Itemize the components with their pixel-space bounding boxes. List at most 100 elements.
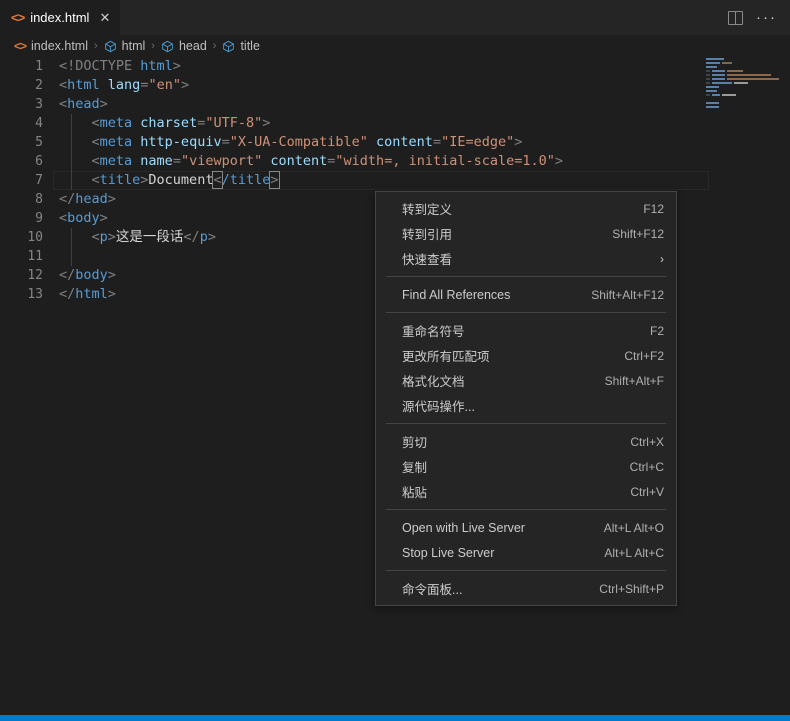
breadcrumb-separator: › [213, 40, 217, 52]
minimap[interactable] [704, 57, 786, 117]
line-number: 5 [0, 133, 43, 152]
minimap-segment [706, 106, 719, 108]
more-actions-icon[interactable]: ··· [756, 10, 777, 25]
minimap-segment [727, 70, 743, 72]
breadcrumb-label: html [122, 39, 146, 53]
context-menu-item[interactable]: 粘贴Ctrl+V [376, 479, 676, 504]
minimap-row [704, 61, 786, 64]
context-menu-item[interactable]: 更改所有匹配项Ctrl+F2 [376, 343, 676, 368]
line-number: 4 [0, 114, 43, 133]
code-token: body [67, 210, 100, 226]
minimap-segment [722, 62, 732, 64]
menu-item-label: 源代码操作... [402, 396, 475, 415]
context-menu-item[interactable]: Find All ReferencesShift+Alt+F12 [376, 282, 676, 307]
breadcrumb-item-title[interactable]: title [222, 39, 259, 53]
code-token: 这是一段话 [116, 229, 184, 245]
breadcrumb-label: index.html [31, 39, 88, 53]
menu-item-label: 重命名符号 [402, 321, 465, 340]
code-token: head [67, 96, 100, 112]
line-number: 6 [0, 152, 43, 171]
code-line[interactable]: 4 <meta charset="UTF-8"> [0, 114, 705, 133]
vscode-window: <> index.html ✕ ··· <> index.html › html… [0, 0, 790, 721]
code-token: < [59, 172, 100, 188]
line-content: </head> [59, 190, 116, 209]
minimap-row [704, 85, 786, 88]
line-number: 12 [0, 266, 43, 285]
code-token: content [270, 153, 327, 169]
breadcrumb-item-head[interactable]: head [161, 39, 207, 53]
code-token: > [100, 210, 108, 226]
indent-guide [71, 114, 72, 190]
line-number: 13 [0, 285, 43, 304]
menu-item-label: Stop Live Server [402, 546, 494, 560]
context-menu-item[interactable]: 源代码操作... [376, 393, 676, 418]
minimap-segment [712, 74, 725, 76]
menu-item-shortcut: Ctrl+F2 [624, 349, 664, 363]
menu-separator [386, 276, 666, 277]
minimap-segment [712, 82, 732, 84]
context-menu-item[interactable]: 命令面板...Ctrl+Shift+P [376, 576, 676, 601]
minimap-segment [712, 94, 720, 96]
code-line[interactable]: 5 <meta http-equiv="X-UA-Compatible" con… [0, 133, 705, 152]
line-content: <p>这是一段话</p> [59, 228, 216, 247]
line-number: 7 [0, 171, 43, 190]
code-token: </ [59, 267, 75, 283]
code-token: http-equiv [140, 134, 221, 150]
breadcrumb: <> index.html › html › head › title [0, 35, 790, 57]
menu-item-label: 转到引用 [402, 224, 452, 243]
code-token: "viewport" [181, 153, 262, 169]
breadcrumb-item-file[interactable]: <> index.html [14, 39, 88, 53]
context-menu-item[interactable]: 转到引用 Shift+F12 [376, 221, 676, 246]
context-menu-item[interactable]: Open with Live ServerAlt+L Alt+O [376, 515, 676, 540]
code-token: /title [222, 172, 271, 188]
code-token: "en" [148, 77, 181, 93]
code-line[interactable]: 1<!DOCTYPE html> [0, 57, 705, 76]
minimap-row [704, 97, 786, 100]
editor-actions: ··· [728, 0, 790, 35]
line-content: </body> [59, 266, 116, 285]
code-line[interactable]: 2<html lang="en"> [0, 76, 705, 95]
code-token: > [108, 286, 116, 302]
minimap-segment [734, 82, 748, 84]
code-line[interactable]: 3<head> [0, 95, 705, 114]
minimap-segment [706, 82, 710, 84]
context-menu-item[interactable]: Stop Live ServerAlt+L Alt+C [376, 540, 676, 565]
menu-item-label: 复制 [402, 457, 427, 476]
code-token: > [108, 229, 116, 245]
code-token: p [100, 229, 108, 245]
breadcrumb-separator: › [151, 40, 155, 52]
code-token: content [376, 134, 433, 150]
context-menu-item[interactable]: 快速查看› [376, 246, 676, 271]
line-number: 9 [0, 209, 43, 228]
minimap-segment [727, 78, 779, 80]
menu-item-shortcut: Shift+F12 [612, 227, 664, 241]
context-menu-item[interactable]: 重命名符号F2 [376, 318, 676, 343]
context-menu-item[interactable]: 复制Ctrl+C [376, 454, 676, 479]
minimap-segment [706, 90, 717, 92]
code-token: = [222, 134, 230, 150]
context-menu-item[interactable]: 剪切Ctrl+X [376, 429, 676, 454]
context-menu-item[interactable]: 格式化文档Shift+Alt+F [376, 368, 676, 393]
line-content: <meta http-equiv="X-UA-Compatible" conte… [59, 133, 522, 152]
code-line[interactable]: 6 <meta name="viewport" content="width=,… [0, 152, 705, 171]
code-token: < [59, 96, 67, 112]
close-icon[interactable]: ✕ [99, 11, 110, 24]
breadcrumb-item-html[interactable]: html [104, 39, 146, 53]
html5-file-icon: <> [11, 10, 24, 25]
code-line[interactable]: 7 <title>Document</title> [0, 171, 705, 190]
line-content: <meta charset="UTF-8"> [59, 114, 270, 133]
minimap-row [704, 65, 786, 68]
minimap-row [704, 101, 786, 104]
line-number: 3 [0, 95, 43, 114]
code-token: title [100, 172, 141, 188]
minimap-row [704, 105, 786, 108]
minimap-segment [706, 86, 719, 88]
context-menu-item[interactable]: 转到定义F12 [376, 196, 676, 221]
minimap-segment [706, 102, 719, 104]
code-token: p [200, 229, 208, 245]
split-editor-icon[interactable] [728, 11, 743, 25]
indent-guide [71, 228, 72, 266]
editor-context-menu[interactable]: 转到定义F12 转到引用 Shift+F12 快速查看› Find All Refere… [375, 191, 677, 606]
editor-tab-index-html[interactable]: <> index.html ✕ [0, 0, 120, 35]
minimap-row [704, 69, 786, 72]
